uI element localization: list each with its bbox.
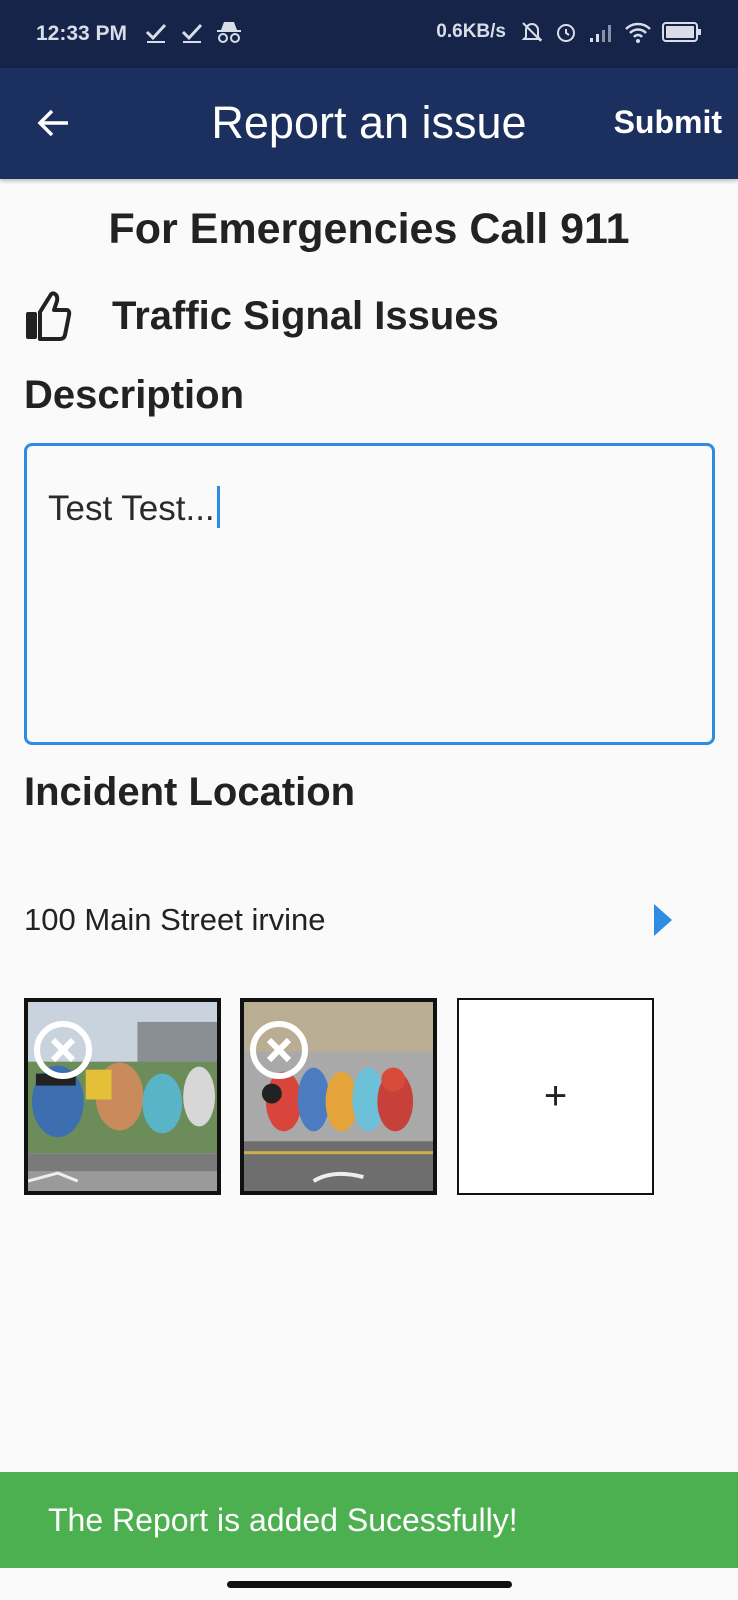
- add-photo-button[interactable]: +: [457, 998, 654, 1195]
- chevron-right-icon: [654, 904, 672, 936]
- thumbs-up-icon: [26, 291, 72, 341]
- battery-icon: [662, 22, 701, 42]
- location-selector[interactable]: 100 Main Street irvine: [24, 895, 674, 945]
- location-label: Incident Location: [24, 770, 356, 814]
- category-label: Traffic Signal Issues: [112, 293, 499, 338]
- text-caret: [216, 486, 220, 528]
- system-nav-bar: [0, 1568, 738, 1600]
- description-label: Description: [24, 373, 245, 417]
- location-value: 100 Main Street irvine: [24, 902, 326, 937]
- incognito-icon: [217, 22, 241, 43]
- check-icon: [145, 23, 167, 43]
- attached-photo-1[interactable]: [24, 998, 221, 1195]
- description-input[interactable]: Test Test...: [24, 443, 715, 745]
- signal-icon: [590, 25, 611, 42]
- attached-photo-2[interactable]: [240, 998, 437, 1195]
- close-circle-icon[interactable]: [248, 1019, 310, 1081]
- emergency-notice: For Emergencies Call 911: [108, 205, 630, 253]
- category-row: Traffic Signal Issues: [24, 290, 499, 342]
- alarm-icon: [557, 24, 575, 42]
- app-bar: Report an issue Submit: [0, 68, 738, 179]
- close-circle-icon[interactable]: [32, 1019, 94, 1081]
- status-icons-left: [144, 20, 242, 44]
- status-bar: 12:33 PM 0.6KB/s: [0, 0, 738, 68]
- check-icon: [181, 23, 203, 43]
- success-snackbar: The Report is added Sucessfully!: [0, 1472, 738, 1568]
- description-value: Test Test...: [48, 489, 215, 528]
- status-time: 12:33 PM: [36, 22, 128, 45]
- mute-icon: [521, 22, 543, 42]
- status-icons-right: 0.6KB/s: [436, 20, 702, 44]
- wifi-icon: [625, 22, 651, 43]
- home-gesture-handle[interactable]: [227, 1581, 512, 1588]
- submit-button[interactable]: Submit: [614, 104, 722, 141]
- network-speed: 0.6KB/s: [436, 21, 506, 42]
